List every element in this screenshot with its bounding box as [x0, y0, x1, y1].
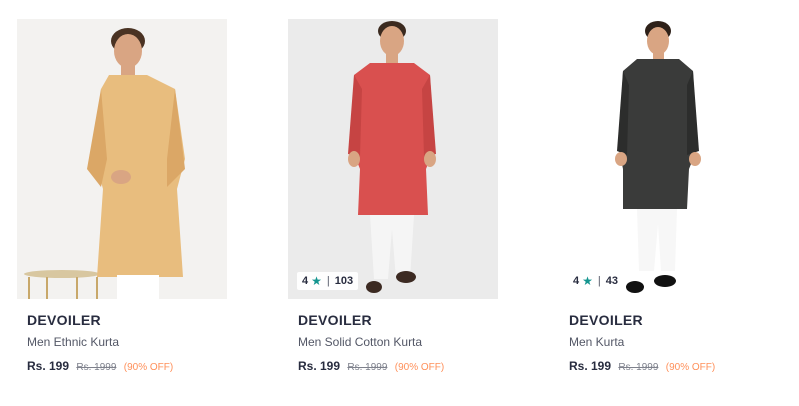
rating-badge: 4 ★ | 103 [297, 272, 359, 290]
original-price: Rs. 1999 [76, 362, 117, 373]
product-image[interactable]: 4 ★ | 103 [288, 19, 498, 299]
product-card[interactable]: DEVOILER Men Ethnic Kurta Rs. 199 Rs. 19… [17, 19, 227, 373]
rating-badge: 4 ★ | 43 [568, 272, 623, 290]
rating-value: 4 [302, 275, 309, 287]
discounted-price: Rs. 199 [298, 359, 341, 373]
rating-separator: | [597, 275, 601, 287]
product-image[interactable] [17, 19, 227, 299]
product-name: Men Kurta [569, 335, 625, 349]
product-brand: DEVOILER [298, 312, 372, 328]
discount-percent: (90% OFF) [123, 362, 174, 373]
product-price-row: Rs. 199 Rs. 1999 (90% OFF) [298, 359, 498, 373]
product-card[interactable]: 4 ★ | 43 DEVOILER Men Kurta Rs. 199 Rs. … [559, 19, 769, 373]
original-price: Rs. 1999 [618, 362, 659, 373]
rating-separator: | [326, 275, 330, 287]
rating-value: 4 [573, 275, 580, 287]
discount-percent: (90% OFF) [394, 362, 445, 373]
discount-percent: (90% OFF) [665, 362, 716, 373]
product-name: Men Solid Cotton Kurta [298, 335, 423, 349]
original-price: Rs. 1999 [347, 362, 388, 373]
product-image[interactable]: 4 ★ | 43 [559, 19, 769, 299]
product-brand: DEVOILER [27, 312, 101, 328]
rating-count: 43 [605, 275, 618, 287]
product-name: Men Ethnic Kurta [27, 335, 120, 349]
product-price-row: Rs. 199 Rs. 1999 (90% OFF) [569, 359, 769, 373]
star-icon: ★ [311, 274, 322, 288]
discounted-price: Rs. 199 [27, 359, 70, 373]
product-price-row: Rs. 199 Rs. 1999 (90% OFF) [27, 359, 227, 373]
rating-count: 103 [334, 275, 354, 287]
star-icon: ★ [582, 274, 593, 288]
product-brand: DEVOILER [569, 312, 643, 328]
discounted-price: Rs. 199 [569, 359, 612, 373]
product-card[interactable]: 4 ★ | 103 DEVOILER Men Solid Cotton Kurt… [288, 19, 498, 373]
